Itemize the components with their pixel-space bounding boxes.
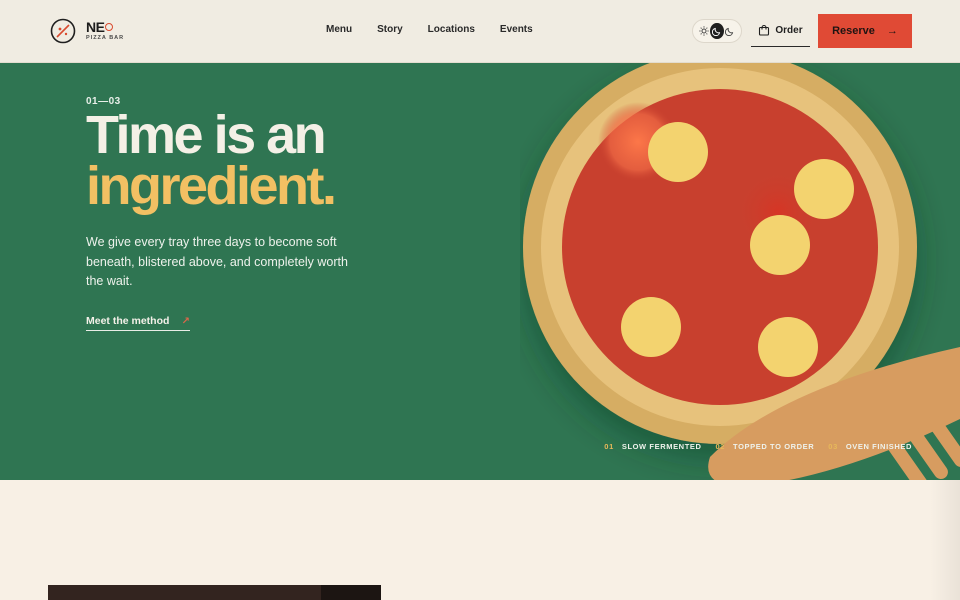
moon-outline-icon (725, 27, 734, 36)
nav-story[interactable]: Story (377, 24, 403, 35)
hero-section: 01—03 Time is an ingredient. We give eve… (0, 63, 960, 480)
pizza-illustration (523, 63, 960, 480)
process-steps: 01 SLOW FERMENTED 02 TOPPED TO ORDER 03 … (604, 442, 912, 451)
cheese-topping (794, 159, 854, 219)
hero-title-line2: ingredient. (86, 156, 337, 216)
nav-events[interactable]: Events (500, 24, 533, 35)
cheese-topping (750, 215, 810, 275)
theme-auto-button[interactable] (724, 23, 737, 39)
nav-locations[interactable]: Locations (428, 24, 475, 35)
sun-icon (698, 26, 709, 36)
arrow-right-icon: → (886, 25, 898, 37)
hero-title-line1: Time is an (86, 105, 327, 165)
brand-subtitle: PIZZA BAR (86, 35, 125, 42)
reserve-button[interactable]: Reserve → (818, 14, 912, 48)
theme-dark-button[interactable] (710, 23, 724, 39)
hero-title: Time is an ingredient. (86, 105, 337, 216)
bag-icon (759, 24, 770, 36)
order-link[interactable]: Order (751, 14, 810, 47)
step-item[interactable]: 03 OVEN FINISHED (828, 442, 912, 451)
brand-o-icon (105, 23, 114, 32)
moon-icon (711, 27, 721, 36)
step-number: 01 (604, 442, 614, 451)
meet-method-link[interactable]: Meet the method ↗ (86, 315, 190, 331)
theme-toggle (692, 19, 742, 43)
cheese-topping (758, 317, 818, 377)
page-edge-shade (930, 480, 960, 600)
step-label: OVEN FINISHED (845, 442, 912, 451)
logo-mark-icon (50, 18, 76, 44)
step-label: SLOW FERMENTED (621, 442, 702, 451)
nav-menu[interactable]: Menu (326, 24, 352, 35)
step-number: 03 (828, 442, 838, 451)
site-header: NE PIZZA BAR Menu Story Locations Events (0, 0, 960, 63)
feature-media-card (48, 585, 381, 600)
order-label: Order (775, 24, 803, 36)
cheese-topping (621, 297, 681, 357)
arrow-up-right-icon: ↗ (181, 315, 190, 327)
hero-lead: We give every tray three days to become … (86, 235, 348, 288)
brand-name: NE (86, 19, 105, 36)
cta-label: Meet the method (86, 315, 170, 327)
theme-light-button[interactable] (697, 23, 710, 39)
brand-logo[interactable]: NE PIZZA BAR (50, 18, 124, 44)
step-item[interactable]: 02 TOPPED TO ORDER (716, 442, 815, 451)
main-nav: Menu Story Locations Events (326, 24, 533, 35)
step-number: 02 (715, 442, 726, 451)
reserve-label: Reserve (832, 25, 875, 37)
step-label: TOPPED TO ORDER (733, 442, 815, 451)
cheese-topping (648, 122, 708, 182)
step-item[interactable]: 01 SLOW FERMENTED (604, 442, 701, 451)
media-card-dark-panel (321, 585, 381, 600)
